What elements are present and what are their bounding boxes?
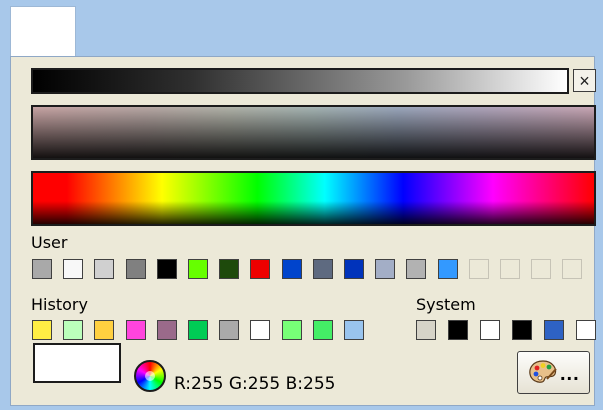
user-swatch-3[interactable] [94, 259, 115, 279]
user-swatch-2[interactable] [63, 259, 84, 279]
system-swatch-1[interactable] [416, 320, 436, 340]
history-swatch-5[interactable] [156, 320, 177, 340]
more-colors-button[interactable]: ... [517, 351, 590, 394]
user-swatch-6[interactable] [188, 259, 208, 279]
user-swatch-1[interactable] [32, 259, 52, 279]
history-swatch-3[interactable] [94, 320, 115, 340]
history-swatch-11[interactable] [344, 320, 364, 340]
close-button[interactable]: × [573, 69, 596, 92]
user-swatch-12[interactable] [375, 259, 396, 279]
user-swatch-10[interactable] [312, 259, 333, 279]
user-swatch-5[interactable] [156, 259, 177, 279]
history-swatch-8[interactable] [250, 320, 271, 340]
history-swatch-2[interactable] [63, 320, 84, 340]
system-swatch-4[interactable] [512, 320, 532, 340]
saturation-gradient-bar[interactable] [31, 105, 596, 160]
system-swatch-6[interactable] [576, 320, 596, 340]
user-swatch-7[interactable] [219, 259, 240, 279]
history-swatch-7[interactable] [219, 320, 240, 340]
system-swatch-2[interactable] [448, 320, 468, 340]
user-swatch-11[interactable] [344, 259, 364, 279]
history-swatch-9[interactable] [281, 320, 302, 340]
system-section-label: System [416, 295, 476, 314]
color-picker-panel: × User History System R:255 G:255 B:255 [10, 56, 596, 406]
history-swatch-6[interactable] [188, 320, 208, 340]
user-swatch-14[interactable] [437, 259, 458, 279]
user-swatch-15[interactable] [468, 259, 489, 279]
selected-color-tab[interactable] [10, 6, 76, 56]
rgb-value-readout: R:255 G:255 B:255 [174, 374, 336, 394]
user-swatch-16[interactable] [500, 259, 520, 279]
more-dots: ... [560, 363, 580, 385]
current-color-preview [33, 343, 121, 383]
color-picker-window: × User History System R:255 G:255 B:255 [0, 0, 603, 410]
user-swatch-17[interactable] [531, 259, 552, 279]
user-swatch-13[interactable] [406, 259, 427, 279]
palette-icon [528, 359, 558, 388]
history-section-label: History [31, 295, 88, 314]
user-swatch-8[interactable] [250, 259, 271, 279]
system-swatch-3[interactable] [480, 320, 500, 340]
user-section-label: User [31, 233, 68, 252]
color-wheel-icon[interactable] [134, 360, 166, 392]
hue-spectrum-bar[interactable] [31, 171, 596, 226]
user-swatch-9[interactable] [281, 259, 302, 279]
grayscale-gradient-bar[interactable] [31, 68, 569, 94]
user-swatch-4[interactable] [125, 259, 146, 279]
history-swatch-10[interactable] [312, 320, 333, 340]
history-swatch-4[interactable] [125, 320, 146, 340]
history-swatch-1[interactable] [32, 320, 52, 340]
user-swatch-18[interactable] [562, 259, 583, 279]
system-swatch-5[interactable] [544, 320, 564, 340]
